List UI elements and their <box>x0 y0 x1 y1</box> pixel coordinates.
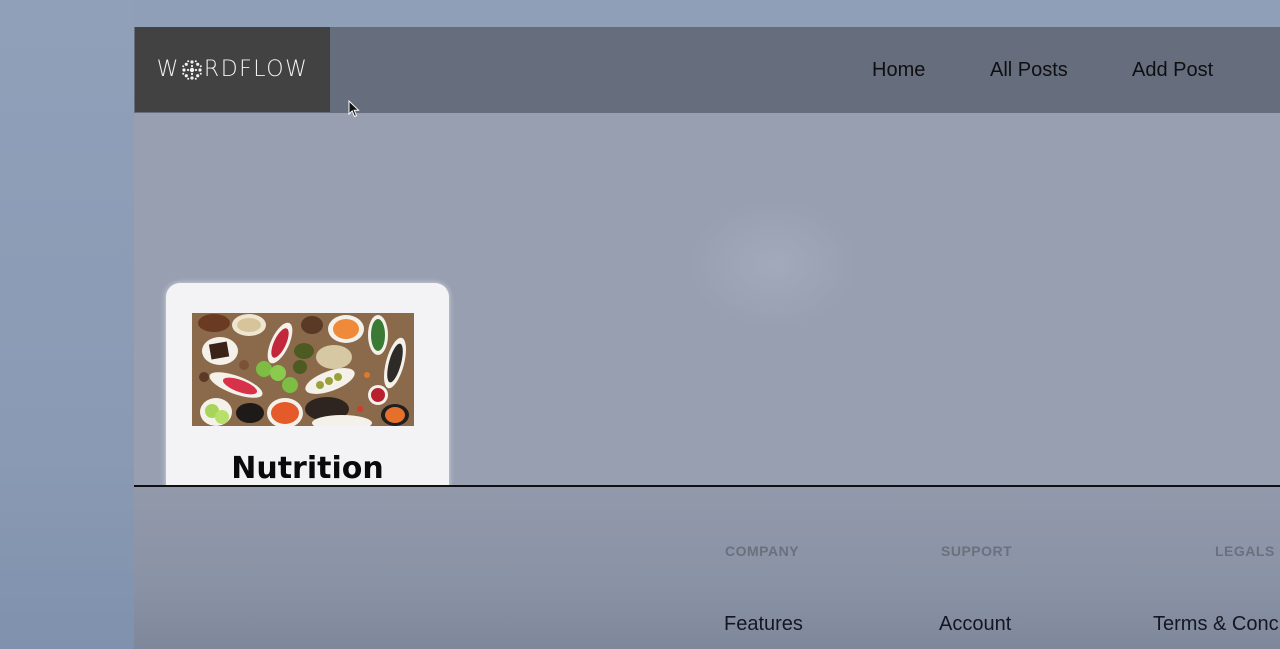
nav-link-home[interactable]: Home <box>872 59 925 82</box>
footer-heading-legals: LEGALS <box>1215 543 1275 559</box>
post-card-title: Nutrition <box>231 451 384 486</box>
posts-area: Nutrition <box>134 113 1280 518</box>
background-glow <box>688 199 858 329</box>
footer: COMPANY SUPPORT LEGALS Features Account … <box>134 487 1280 649</box>
flower-icon <box>181 59 203 81</box>
nav-link-add-post[interactable]: Add Post <box>1132 59 1213 82</box>
footer-link-terms[interactable]: Terms & Conc <box>1153 613 1279 636</box>
website-viewport: W RDFLOW Home All Posts Add Post Nutriti… <box>134 27 1280 649</box>
footer-link-account[interactable]: Account <box>939 613 1011 636</box>
nav-link-all-posts[interactable]: All Posts <box>990 59 1068 82</box>
mouse-pointer-icon <box>348 99 360 118</box>
logo-text-left: W <box>156 57 180 82</box>
footer-heading-company: COMPANY <box>725 543 800 559</box>
navbar: W RDFLOW Home All Posts Add Post <box>134 27 1280 113</box>
footer-heading-support: SUPPORT <box>941 543 1013 559</box>
logo-text: W RDFLOW <box>157 57 309 82</box>
healthy-food-photo <box>192 313 414 426</box>
browser-background <box>0 0 134 649</box>
brand-logo[interactable]: W RDFLOW <box>135 27 330 112</box>
footer-link-features[interactable]: Features <box>724 613 803 636</box>
logo-text-right: RDFLOW <box>203 57 309 82</box>
post-card[interactable]: Nutrition <box>166 283 449 518</box>
